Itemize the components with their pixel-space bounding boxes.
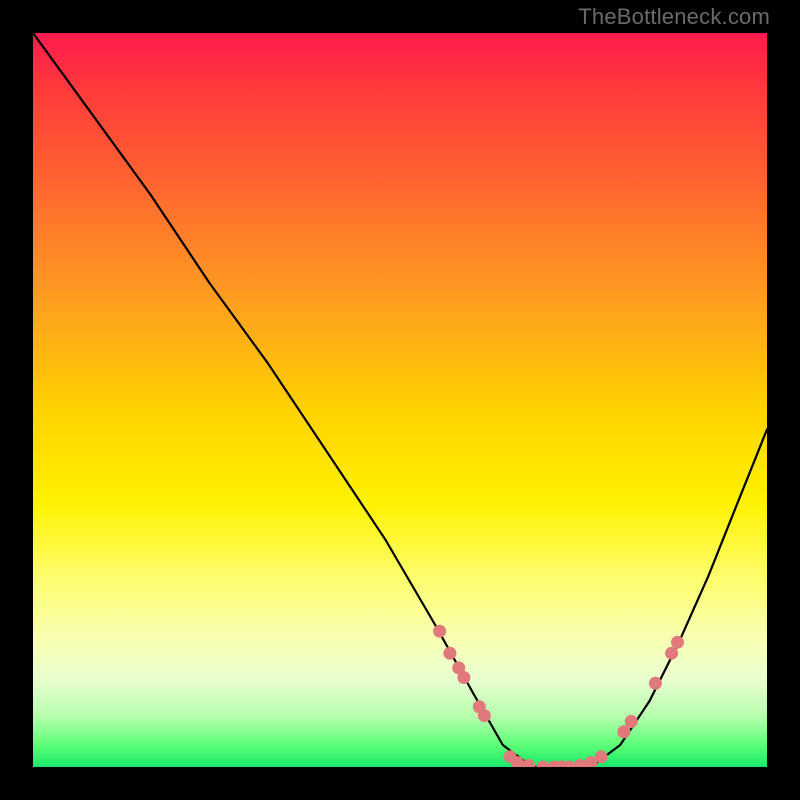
chart-svg [33, 33, 767, 767]
data-marker [478, 709, 491, 722]
data-marker [433, 625, 446, 638]
data-marker [665, 647, 678, 660]
data-markers [433, 625, 684, 767]
data-marker [537, 761, 550, 768]
data-marker [443, 647, 456, 660]
watermark-label: TheBottleneck.com [578, 4, 770, 30]
data-marker [595, 750, 608, 763]
chart-frame: TheBottleneck.com [0, 0, 800, 800]
data-marker [457, 671, 470, 684]
data-marker [625, 715, 638, 728]
data-marker [671, 636, 684, 649]
data-marker [649, 677, 662, 690]
plot-area [33, 33, 767, 767]
bottleneck-curve [33, 33, 767, 767]
